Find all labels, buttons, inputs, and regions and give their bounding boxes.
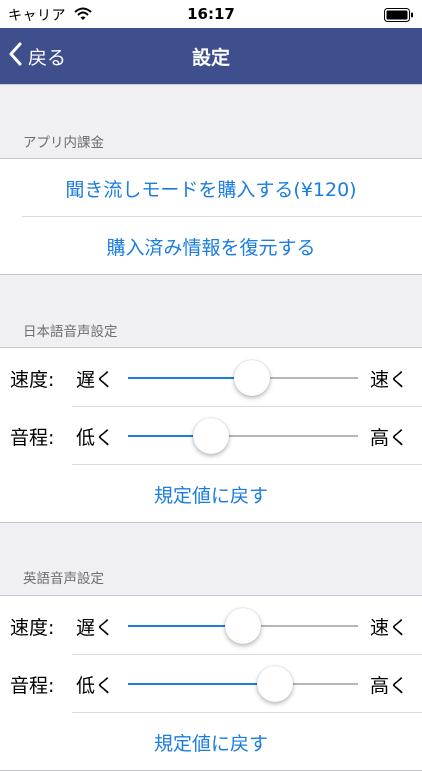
japanese-pitch-label: 音程: xyxy=(10,427,55,449)
section-header-english-voice: 英語音声設定 xyxy=(23,571,104,587)
japanese-speed-row: 速度: 遅く 速く xyxy=(0,348,422,406)
page-title: 設定 xyxy=(191,47,230,69)
status-time: 16:17 xyxy=(187,5,235,23)
japanese-pitch-min-label: 低く xyxy=(76,427,115,449)
english-reset-row[interactable]: 規定値に戻す xyxy=(0,713,422,770)
english-pitch-label: 音程: xyxy=(10,675,55,697)
english-speed-max-label: 速く xyxy=(369,617,408,639)
iap-group: 聞き流しモードを購入する(¥120) 購入済み情報を復元する xyxy=(0,158,422,275)
english-speed-label: 速度: xyxy=(10,617,55,639)
japanese-speed-min-label: 遅く xyxy=(76,369,115,391)
slider-thumb[interactable] xyxy=(234,360,270,396)
slider-fill xyxy=(128,683,275,685)
english-pitch-max-label: 高く xyxy=(369,675,408,697)
english-pitch-min-label: 低く xyxy=(76,675,115,697)
japanese-speed-slider[interactable] xyxy=(128,360,358,396)
section-header-iap: アプリ内課金 xyxy=(23,135,104,151)
nav-divider xyxy=(0,84,422,85)
buy-row[interactable]: 聞き流しモードを購入する(¥120) xyxy=(0,159,422,216)
japanese-pitch-slider[interactable] xyxy=(128,418,358,454)
english-pitch-slider[interactable] xyxy=(128,666,358,702)
english-pitch-row: 音程: 低く 高く xyxy=(0,655,422,712)
english-reset-button[interactable]: 規定値に戻す xyxy=(0,729,422,756)
english-speed-slider[interactable] xyxy=(128,608,358,644)
japanese-pitch-row: 音程: 低く 高く xyxy=(0,407,422,464)
japanese-pitch-max-label: 高く xyxy=(369,427,408,449)
slider-thumb[interactable] xyxy=(193,418,229,454)
japanese-speed-max-label: 速く xyxy=(369,369,408,391)
restore-purchases-button[interactable]: 購入済み情報を復元する xyxy=(0,233,422,260)
slider-thumb[interactable] xyxy=(225,608,261,644)
slider-thumb[interactable] xyxy=(257,666,293,702)
japanese-voice-group: 速度: 遅く 速く 音程: 低く 高く 規定値に戻す xyxy=(0,347,422,523)
english-speed-row: 速度: 遅く 速く xyxy=(0,596,422,654)
english-speed-min-label: 遅く xyxy=(76,617,115,639)
status-bar: キャリア 16:17 xyxy=(0,0,422,28)
restore-row[interactable]: 購入済み情報を復元する xyxy=(0,217,422,274)
japanese-reset-button[interactable]: 規定値に戻す xyxy=(0,481,422,508)
english-voice-group: 速度: 遅く 速く 音程: 低く 高く 規定値に戻す xyxy=(0,595,422,771)
battery-icon xyxy=(384,7,414,26)
section-header-japanese-voice: 日本語音声設定 xyxy=(23,324,118,340)
japanese-speed-label: 速度: xyxy=(10,369,55,391)
buy-listening-mode-button[interactable]: 聞き流しモードを購入する(¥120) xyxy=(0,175,422,202)
navigation-bar: 戻る 設定 xyxy=(0,28,422,84)
japanese-reset-row[interactable]: 規定値に戻す xyxy=(0,465,422,522)
